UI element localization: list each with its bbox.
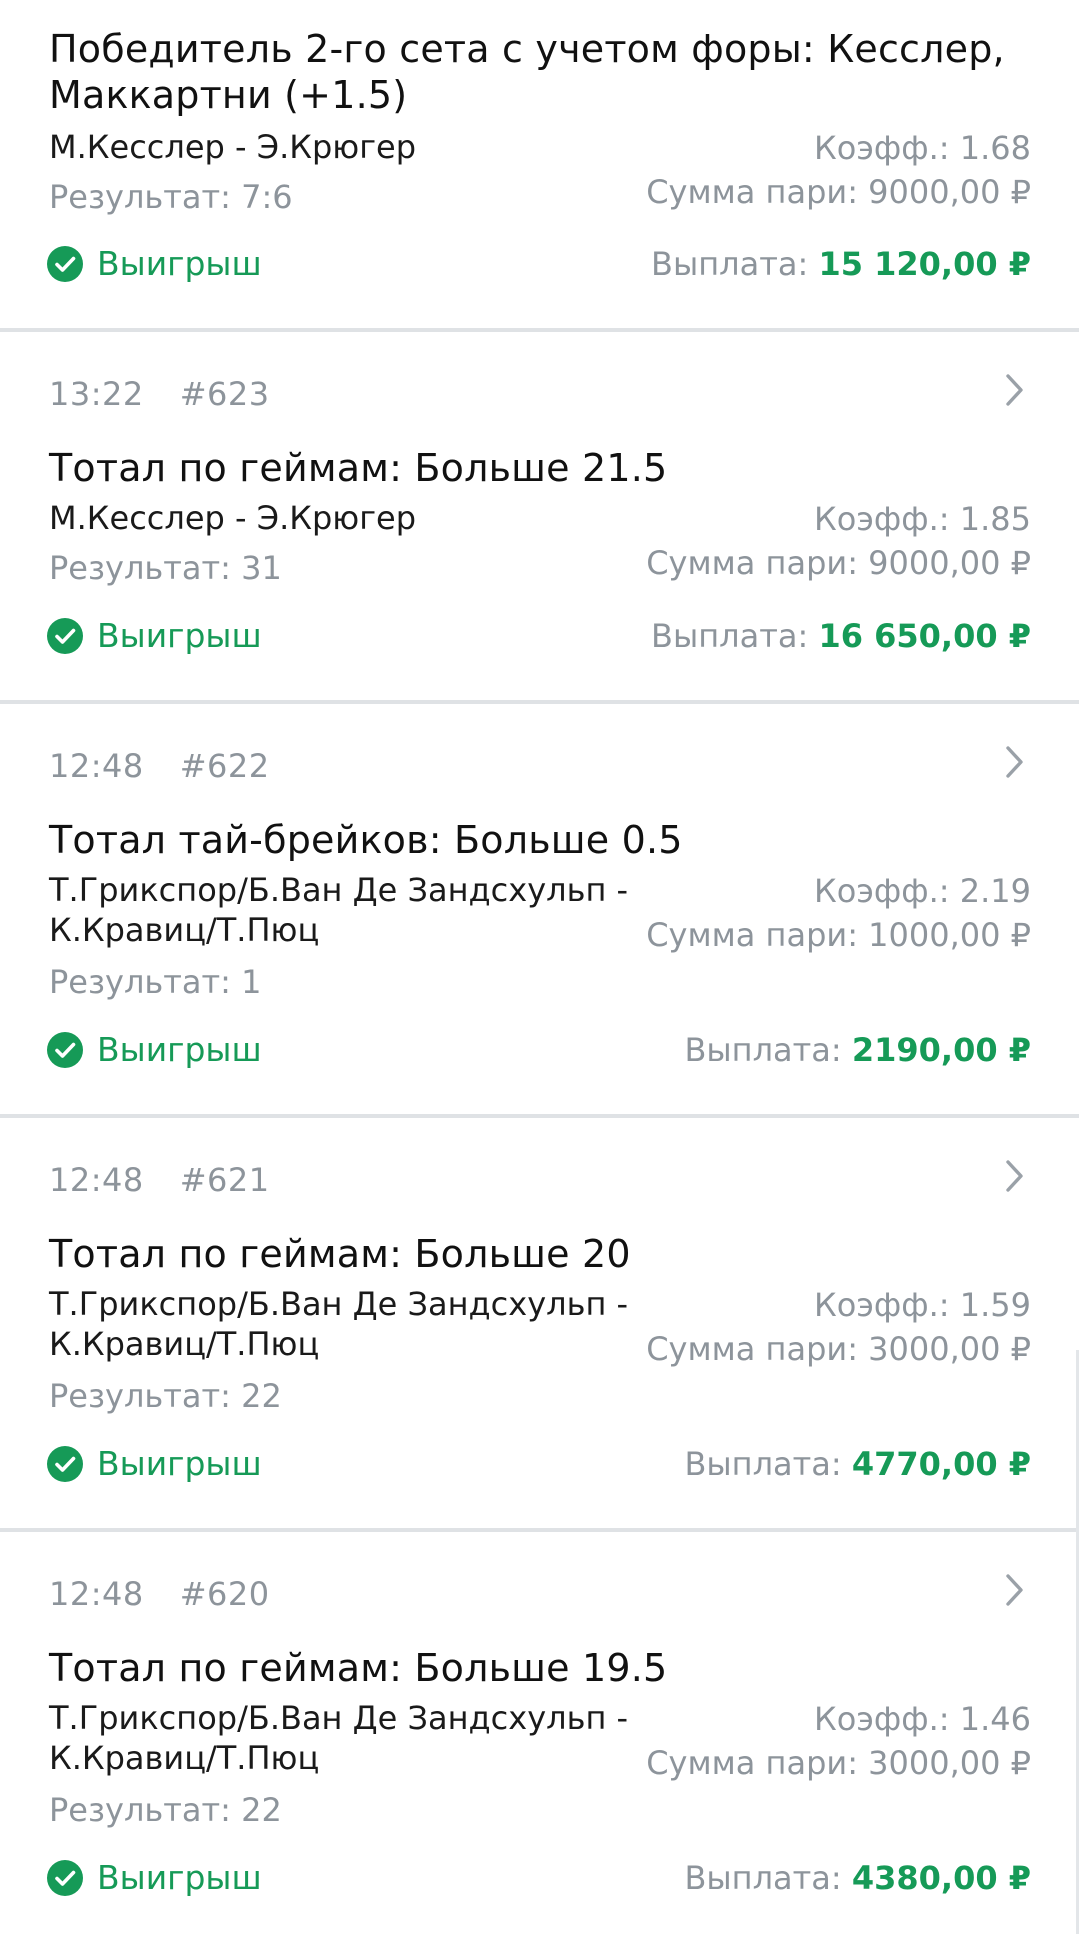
status-badge: Выигрыш	[47, 1858, 262, 1897]
status-label: Выигрыш	[97, 1858, 262, 1897]
bet-title-line: Тотал по геймам: Больше 21.5	[49, 446, 668, 490]
bet-time: 12:48	[49, 1161, 144, 1199]
status-badge: Выигрыш	[47, 1444, 262, 1483]
status-label: Выигрыш	[97, 1030, 262, 1069]
check-circle-icon	[47, 1859, 83, 1896]
payout-amount: 2190,00 ₽	[851, 1031, 1031, 1069]
event-line: М.Кесслер - Э.Крюгер	[49, 128, 417, 166]
payout-label: Выплата:	[684, 1859, 842, 1897]
bet-title-line: Тотал тай-брейков: Больше 0.5	[49, 818, 683, 862]
bet-time: 12:48	[49, 1575, 144, 1613]
event-name: М.Кесслер - Э.Крюгер	[49, 127, 416, 167]
bet-title-line: Маккартни (+1.5)	[49, 73, 408, 117]
bet-card[interactable]: 13:22 #623 Тотал по геймам: Больше 21.5 М…	[0, 332, 1079, 700]
event-line: К.Кравиц/Т.Пюц	[49, 1325, 320, 1363]
bet-time: 12:48	[49, 747, 144, 785]
coefficient: Коэфф.: 1.68	[814, 129, 1031, 167]
bet-meta: 12:48 #620	[49, 1575, 270, 1613]
bet-title-line: Тотал по геймам: Больше 19.5	[49, 1646, 668, 1690]
bet-meta: 12:48 #622	[49, 747, 270, 785]
chevron-right-icon[interactable]	[999, 742, 1029, 782]
payout-amount: 4770,00 ₽	[851, 1445, 1031, 1483]
check-circle-icon	[47, 245, 83, 282]
status-label: Выигрыш	[97, 1444, 262, 1483]
stake-amount: Сумма пари: 9000,00 ₽	[646, 173, 1031, 211]
stake-amount: Сумма пари: 3000,00 ₽	[646, 1330, 1031, 1368]
result-text: Результат: 22	[49, 1377, 282, 1415]
payout: Выплата: 4770,00 ₽	[684, 1445, 1031, 1483]
check-circle-icon	[47, 1445, 83, 1482]
event-line: Т.Грикспор/Б.Ван Де Зандсхульп -	[49, 1285, 629, 1323]
result-text: Результат: 22	[49, 1791, 282, 1829]
bet-card[interactable]: 12:48 #620 Тотал по геймам: Больше 19.5 Т…	[0, 1532, 1079, 1934]
bet-number: #623	[179, 375, 270, 413]
event-name: Т.Грикспор/Б.Ван Де Зандсхульп - К.Крави…	[49, 870, 628, 950]
coefficient: Коэфф.: 1.46	[814, 1700, 1031, 1738]
bet-title: Тотал тай-брейков: Больше 0.5	[49, 817, 683, 863]
payout-amount: 4380,00 ₽	[851, 1859, 1031, 1897]
payout-label: Выплата:	[684, 1031, 842, 1069]
bet-number: #620	[179, 1575, 270, 1613]
bet-title: Победитель 2-го сета с учетом форы: Кесс…	[49, 26, 1005, 118]
payout: Выплата: 16 650,00 ₽	[651, 617, 1031, 655]
bet-card[interactable]: Победитель 2-го сета с учетом форы: Кесс…	[0, 0, 1079, 328]
bet-number: #621	[179, 1161, 270, 1199]
event-line: К.Кравиц/Т.Пюц	[49, 911, 320, 949]
payout-amount: 16 650,00 ₽	[818, 617, 1031, 655]
event-name: Т.Грикспор/Б.Ван Де Зандсхульп - К.Крави…	[49, 1284, 628, 1364]
status-label: Выигрыш	[97, 616, 262, 655]
bet-title: Тотал по геймам: Больше 21.5	[49, 445, 667, 491]
payout: Выплата: 2190,00 ₽	[684, 1031, 1031, 1069]
bet-meta: 13:22 #623	[49, 375, 270, 413]
event-line: Т.Грикспор/Б.Ван Де Зандсхульп -	[49, 871, 629, 909]
bet-title: Тотал по геймам: Больше 19.5	[49, 1645, 667, 1691]
event-line: Т.Грикспор/Б.Ван Де Зандсхульп -	[49, 1699, 629, 1737]
result-text: Результат: 7:6	[49, 178, 293, 216]
status-badge: Выигрыш	[47, 244, 262, 283]
payout: Выплата: 4380,00 ₽	[684, 1859, 1031, 1897]
bet-number: #622	[179, 747, 270, 785]
event-name: Т.Грикспор/Б.Ван Де Зандсхульп - К.Крави…	[49, 1698, 628, 1778]
payout-label: Выплата:	[684, 1445, 842, 1483]
status-label: Выигрыш	[97, 244, 262, 283]
bet-card[interactable]: 12:48 #622 Тотал тай-брейков: Больше 0.5 …	[0, 704, 1079, 1114]
chevron-right-icon[interactable]	[999, 1156, 1029, 1196]
result-text: Результат: 1	[49, 963, 262, 1001]
payout-label: Выплата:	[651, 617, 809, 655]
event-line: М.Кесслер - Э.Крюгер	[49, 499, 417, 537]
event-line: К.Кравиц/Т.Пюц	[49, 1739, 320, 1777]
payout: Выплата: 15 120,00 ₽	[651, 245, 1031, 283]
payout-label: Выплата:	[651, 245, 809, 283]
stake-amount: Сумма пари: 9000,00 ₽	[646, 544, 1031, 582]
bet-time: 13:22	[49, 375, 144, 413]
coefficient: Коэфф.: 2.19	[814, 872, 1031, 910]
result-text: Результат: 31	[49, 549, 282, 587]
coefficient: Коэфф.: 1.59	[814, 1286, 1031, 1324]
bet-title-line: Тотал по геймам: Больше 20	[49, 1232, 631, 1276]
stake-amount: Сумма пари: 3000,00 ₽	[646, 1744, 1031, 1782]
check-circle-icon	[47, 617, 83, 654]
status-badge: Выигрыш	[47, 1030, 262, 1069]
bet-card[interactable]: 12:48 #621 Тотал по геймам: Больше 20 Т.Г…	[0, 1118, 1079, 1528]
chevron-right-icon[interactable]	[999, 1570, 1029, 1610]
bet-title: Тотал по геймам: Больше 20	[49, 1231, 631, 1277]
bet-title-line: Победитель 2-го сета с учетом форы: Кесс…	[49, 27, 1005, 71]
payout-amount: 15 120,00 ₽	[818, 245, 1031, 283]
check-circle-icon	[47, 1031, 83, 1068]
coefficient: Коэфф.: 1.85	[814, 500, 1031, 538]
event-name: М.Кесслер - Э.Крюгер	[49, 498, 416, 538]
status-badge: Выигрыш	[47, 616, 262, 655]
chevron-right-icon[interactable]	[999, 370, 1029, 410]
stake-amount: Сумма пари: 1000,00 ₽	[646, 916, 1031, 954]
bet-meta: 12:48 #621	[49, 1161, 270, 1199]
